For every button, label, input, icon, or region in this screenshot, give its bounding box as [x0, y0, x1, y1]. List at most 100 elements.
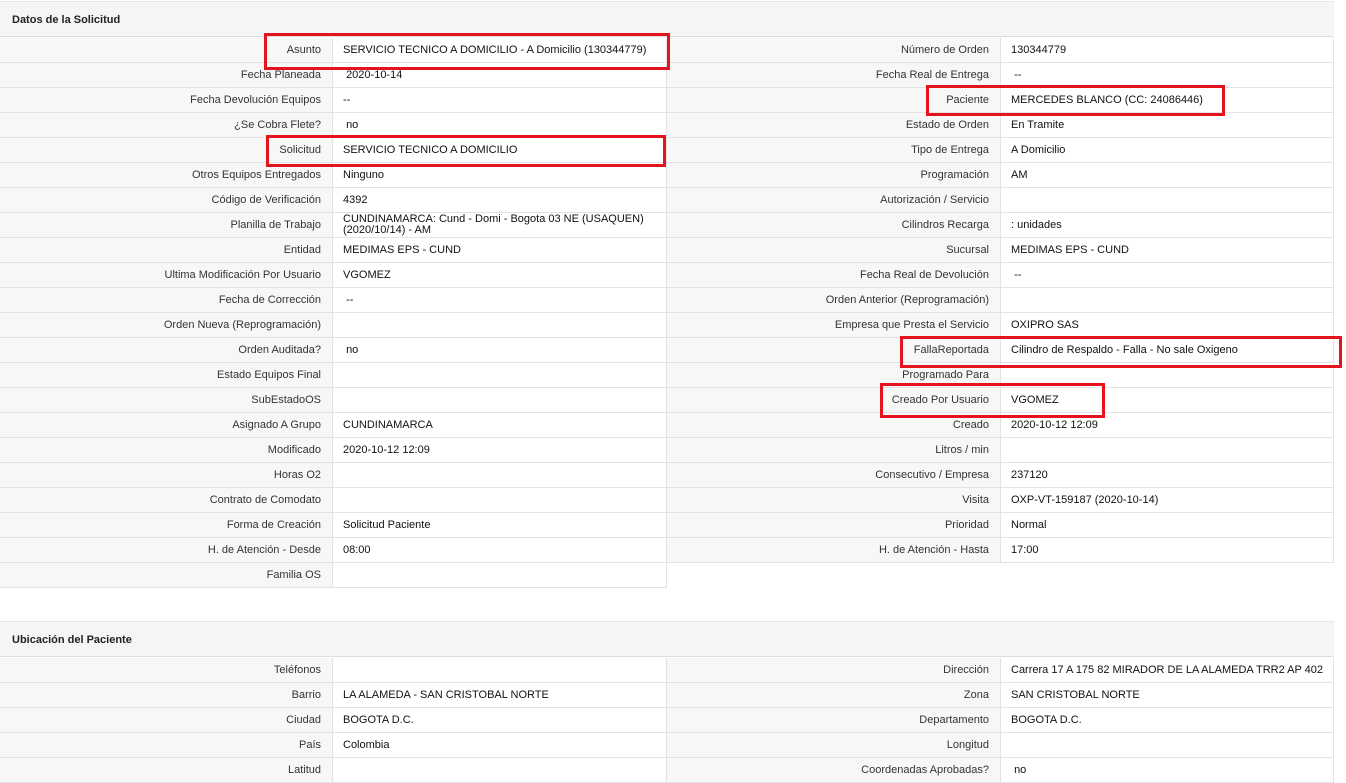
field-label-fecha-real-de-entrega: Fecha Real de Entrega — [667, 63, 1001, 88]
field-label-orden-auditada: Orden Auditada? — [0, 338, 333, 363]
field-label-se-cobra-flete: ¿Se Cobra Flete? — [0, 113, 333, 138]
solicitud-table: Asunto SERVICIO TECNICO A DOMICILIO - A D… — [0, 38, 1334, 588]
field-label-horas-o2: Horas O2 — [0, 463, 333, 488]
field-value-h-de-atencion-desde: 08:00 — [333, 538, 667, 563]
field-value-zona: SAN CRISTOBAL NORTE — [1001, 683, 1334, 708]
field-label-orden-anterior-reprogramacion: Orden Anterior (Reprogramación) — [667, 288, 1001, 313]
field-label-fecha-planeada: Fecha Planeada — [0, 63, 333, 88]
field-label-forma-de-creacion: Forma de Creación — [0, 513, 333, 538]
table-row: Contrato de Comodato Visita OXP-VT-159187 … — [0, 488, 1334, 513]
table-row: País Colombia Longitud — [0, 733, 1334, 758]
field-label-otros-equipos-entregados: Otros Equipos Entregados — [0, 163, 333, 188]
table-row: Estado Equipos Final Programado Para — [0, 363, 1334, 388]
field-label-litros-min: Litros / min — [667, 438, 1001, 463]
field-label-entidad: Entidad — [0, 238, 333, 263]
table-row: Fecha de Corrección -- Orden Anterior (Re… — [0, 288, 1334, 313]
field-label-fallareportada: FallaReportada — [667, 338, 1001, 363]
table-row: H. de Atención - Desde 08:00 H. de Atenció… — [0, 538, 1334, 563]
ubicacion-table: Teléfonos Dirección Carrera 17 A 175 82 MI… — [0, 658, 1334, 783]
field-value-pais: Colombia — [333, 733, 667, 758]
field-label-ultima-modificacion-por-usuario: Ultima Modificación Por Usuario — [0, 263, 333, 288]
section-title: Datos de la Solicitud — [12, 14, 121, 26]
field-value-empresa-que-presta-el-servicio: OXIPRO SAS — [1001, 313, 1334, 338]
section-title: Ubicación del Paciente — [12, 634, 132, 646]
field-label-h-de-atencion-hasta: H. de Atención - Hasta — [667, 538, 1001, 563]
field-value-cilindros-recarga: : unidades — [1001, 213, 1334, 238]
field-value-consecutivo-empresa: 237120 — [1001, 463, 1334, 488]
field-value-modificado: 2020-10-12 12:09 — [333, 438, 667, 463]
field-label-prioridad: Prioridad — [667, 513, 1001, 538]
field-value-ciudad: BOGOTA D.C. — [333, 708, 667, 733]
field-value-fecha-de-correccion: -- — [333, 288, 667, 313]
field-label-cilindros-recarga: Cilindros Recarga — [667, 213, 1001, 238]
field-label-creado: Creado — [667, 413, 1001, 438]
field-label-estado-equipos-final: Estado Equipos Final — [0, 363, 333, 388]
field-value-horas-o2 — [333, 463, 667, 488]
table-row: Entidad MEDIMAS EPS - CUND Sucursal MEDIMAS… — [0, 238, 1334, 263]
field-label-autorizacion-servicio: Autorización / Servicio — [667, 188, 1001, 213]
field-label-familia-os: Familia OS — [0, 563, 333, 588]
field-value-departamento: BOGOTA D.C. — [1001, 708, 1334, 733]
field-label-asunto: Asunto — [0, 38, 333, 63]
table-row: Forma de Creación Solicitud Paciente Prior… — [0, 513, 1334, 538]
field-label-coordenadas-aprobadas: Coordenadas Aprobadas? — [667, 758, 1001, 783]
field-label-pais: País — [0, 733, 333, 758]
field-value-telefonos — [333, 658, 667, 683]
field-label-ciudad: Ciudad — [0, 708, 333, 733]
field-label-paciente: Paciente — [667, 88, 1001, 113]
table-row: Ultima Modificación Por Usuario VGOMEZ Fec… — [0, 263, 1334, 288]
field-value-paciente: MERCEDES BLANCO (CC: 24086446) — [1001, 88, 1334, 113]
table-row: Asunto SERVICIO TECNICO A DOMICILIO - A D… — [0, 38, 1334, 63]
table-row: ¿Se Cobra Flete? no Estado de Orden En Tra… — [0, 113, 1334, 138]
field-value-fecha-real-de-entrega: -- — [1001, 63, 1334, 88]
table-row: Orden Auditada? no FallaReportada Cilindro… — [0, 338, 1334, 363]
field-value-planilla-de-trabajo: CUNDINAMARCA: Cund - Domi - Bogota 03 NE… — [333, 213, 667, 238]
field-value-orden-auditada: no — [333, 338, 667, 363]
field-value-fecha-real-de-devolucion: -- — [1001, 263, 1334, 288]
field-label-zona: Zona — [667, 683, 1001, 708]
field-value-se-cobra-flete: no — [333, 113, 667, 138]
field-label-programado-para: Programado Para — [667, 363, 1001, 388]
table-row: Otros Equipos Entregados Ninguno Programac… — [0, 163, 1334, 188]
field-value-fallareportada: Cilindro de Respaldo - Falla - No sale O… — [1001, 338, 1334, 363]
field-label-numero-de-orden: Número de Orden — [667, 38, 1001, 63]
table-row: Ciudad BOGOTA D.C. Departamento BOGOTA D.C. — [0, 708, 1334, 733]
field-label-solicitud: Solicitud — [0, 138, 333, 163]
table-row: Planilla de Trabajo CUNDINAMARCA: Cund - … — [0, 213, 1334, 238]
field-label-h-de-atencion-desde: H. de Atención - Desde — [0, 538, 333, 563]
field-value-latitud — [333, 758, 667, 783]
table-row: Horas O2 Consecutivo / Empresa 237120 — [0, 463, 1334, 488]
field-value-entidad: MEDIMAS EPS - CUND — [333, 238, 667, 263]
field-value-programado-para — [1001, 363, 1334, 388]
field-value-coordenadas-aprobadas: no — [1001, 758, 1334, 783]
field-label-tipo-de-entrega: Tipo de Entrega — [667, 138, 1001, 163]
field-value-fecha-planeada: 2020-10-14 — [333, 63, 667, 88]
field-label-estado-de-orden: Estado de Orden — [667, 113, 1001, 138]
field-value-contrato-de-comodato — [333, 488, 667, 513]
field-label-empresa-que-presta-el-servicio: Empresa que Presta el Servicio — [667, 313, 1001, 338]
field-label-asignado-a-grupo: Asignado A Grupo — [0, 413, 333, 438]
field-label-subestadoos: SubEstadoOS — [0, 388, 333, 413]
table-row: Fecha Devolución Equipos -- Paciente MERCED… — [0, 88, 1334, 113]
field-value-estado-equipos-final — [333, 363, 667, 388]
table-row: Solicitud SERVICIO TECNICO A DOMICILIO Tip… — [0, 138, 1334, 163]
field-label-latitud: Latitud — [0, 758, 333, 783]
field-value-codigo-de-verificacion: 4392 — [333, 188, 667, 213]
field-value-familia-os — [333, 563, 667, 588]
field-value-programacion: AM — [1001, 163, 1334, 188]
field-value-direccion: Carrera 17 A 175 82 MIRADOR DE LA ALAMED… — [1001, 658, 1334, 683]
field-value-ultima-modificacion-por-usuario: VGOMEZ — [333, 263, 667, 288]
field-label-visita: Visita — [667, 488, 1001, 513]
field-value-otros-equipos-entregados: Ninguno — [333, 163, 667, 188]
table-row: Modificado 2020-10-12 12:09 Litros / min — [0, 438, 1334, 463]
field-value-solicitud: SERVICIO TECNICO A DOMICILIO — [333, 138, 667, 163]
field-value-autorizacion-servicio — [1001, 188, 1334, 213]
table-row: Código de Verificación 4392 Autorización /… — [0, 188, 1334, 213]
table-row: Familia OS — [0, 563, 1334, 588]
field-label-orden-nueva-reprogramacion: Orden Nueva (Reprogramación) — [0, 313, 333, 338]
field-label-creado-por-usuario: Creado Por Usuario — [667, 388, 1001, 413]
field-value-creado: 2020-10-12 12:09 — [1001, 413, 1334, 438]
field-value-sucursal: MEDIMAS EPS - CUND — [1001, 238, 1334, 263]
field-value-prioridad: Normal — [1001, 513, 1334, 538]
field-value-orden-anterior-reprogramacion — [1001, 288, 1334, 313]
